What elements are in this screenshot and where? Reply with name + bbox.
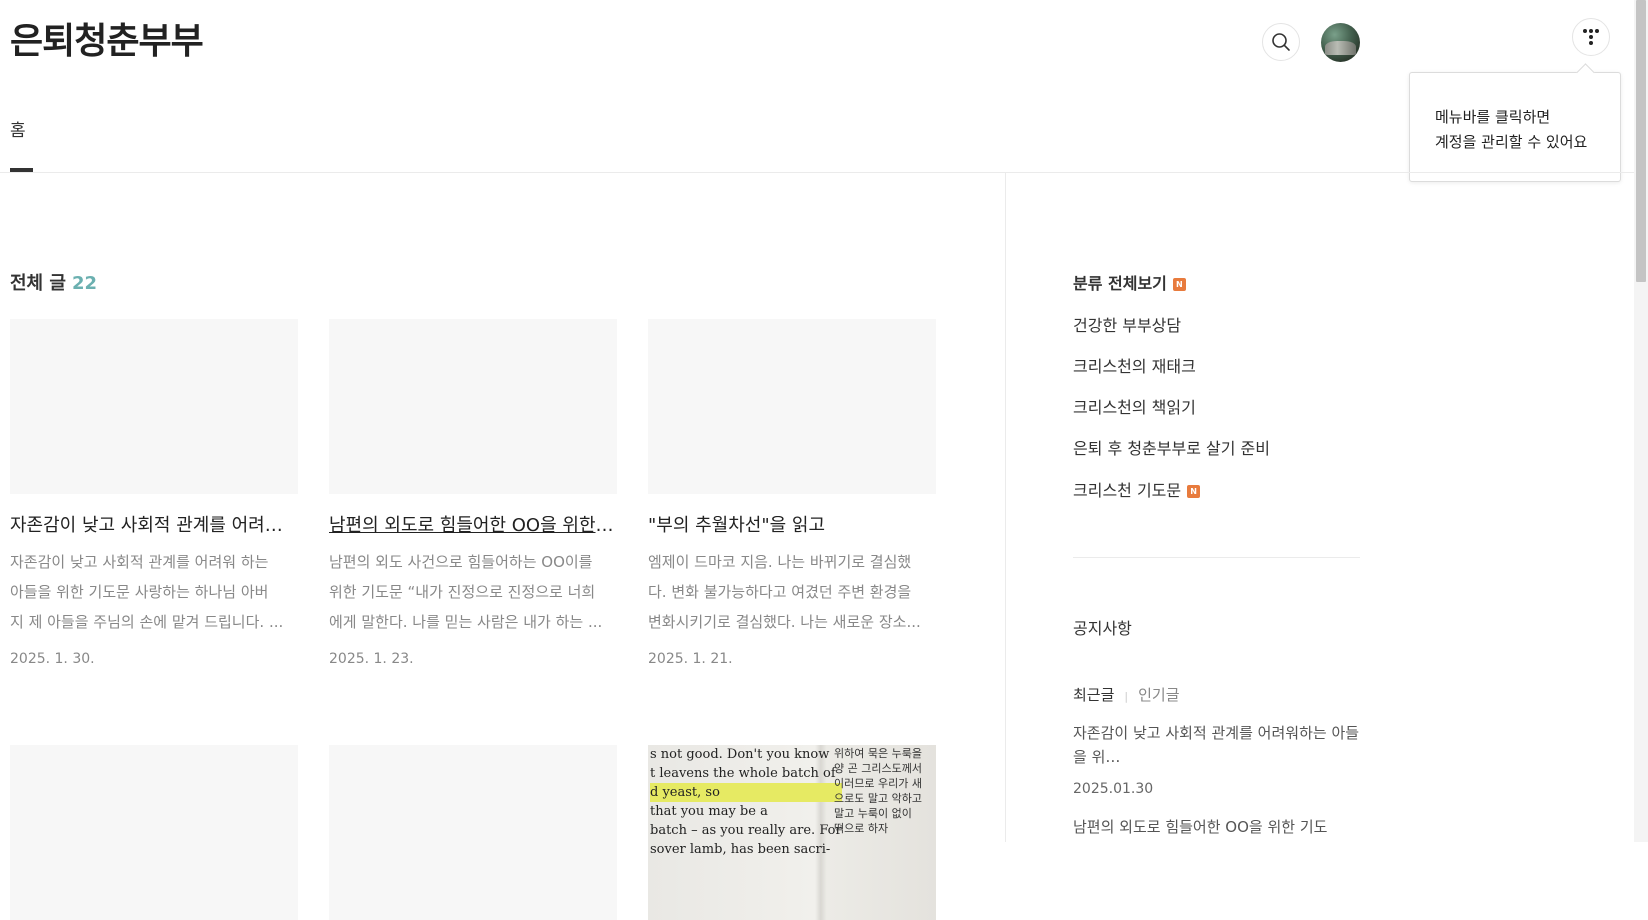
post-tabs: 최근글 | 인기글 xyxy=(1073,684,1180,705)
post-card[interactable]: "부의 추월차선"을 읽고 엠제이 드마코 지음. 나는 바뀌기로 결심했 다.… xyxy=(648,319,936,667)
excerpt-line: 에게 말한다. 나를 믿는 사람은 내가 하는 ... xyxy=(329,613,603,631)
tab-popular[interactable]: 인기글 xyxy=(1138,686,1179,704)
scrollbar-thumb[interactable] xyxy=(1636,0,1646,282)
recent-post-title[interactable]: 자존감이 낮고 사회적 관계를 어려워하는 아들을 위… xyxy=(1073,724,1359,766)
book-line: 양 곤 그리스도께서 xyxy=(834,762,922,775)
post-thumbnail-book-photo[interactable]: s not good. Don't you know t leavens the… xyxy=(648,745,936,920)
menu-button[interactable] xyxy=(1572,18,1610,56)
category-christian-finance[interactable]: 크리스천의 재태크 xyxy=(1073,353,1196,377)
category-retirement-prep[interactable]: 은퇴 후 청춘부부로 살기 준비 xyxy=(1073,435,1270,459)
book-line: 떡으로 하자 xyxy=(834,822,889,835)
book-line: 위하여 묵은 누룩을 xyxy=(834,747,922,760)
menu-tooltip: 메뉴바를 클릭하면 계정을 관리할 수 있어요 xyxy=(1409,72,1621,182)
post-title[interactable]: 남편의 외도로 힘들어한 OO을 위한 기도문 xyxy=(329,514,617,538)
post-card[interactable] xyxy=(10,745,298,920)
avatar[interactable] xyxy=(1321,23,1360,62)
post-card[interactable]: 자존감이 낮고 사회적 관계를 어려워하는 아들을 위한 기도문 자존감이 낮고… xyxy=(10,319,298,667)
book-line: batch – as you really are. For xyxy=(650,823,842,838)
excerpt-line: 위한 기도문 “내가 진정으로 진정으로 너희 xyxy=(329,583,596,601)
post-card[interactable]: 남편의 외도로 힘들어한 OO을 위한 기도문 남편의 외도 사건으로 힘들어하… xyxy=(329,319,617,667)
excerpt-line: 아들을 위한 기도문 사랑하는 하나님 아버 xyxy=(10,583,269,601)
book-line: s not good. Don't you know xyxy=(650,747,830,762)
section-title: 전체 글 xyxy=(10,273,66,294)
excerpt-line: 변화시키기로 결심했다. 나는 새로운 장소... xyxy=(648,613,921,631)
excerpt-line: 자존감이 낮고 사회적 관계를 어려워 하는 xyxy=(10,553,269,571)
new-badge: N xyxy=(1187,485,1201,498)
sidebar-divider xyxy=(1073,557,1360,558)
tab-home[interactable]: 홈 xyxy=(10,116,26,141)
tab-separator: | xyxy=(1124,690,1129,703)
post-count: 22 xyxy=(71,273,98,294)
book-line: sover lamb, has been sacri- xyxy=(650,842,831,857)
post-thumbnail[interactable] xyxy=(10,745,298,920)
page-scrollbar[interactable] xyxy=(1634,0,1648,842)
site-title[interactable]: 은퇴청춘부부 xyxy=(10,14,204,68)
post-thumbnail[interactable] xyxy=(10,319,298,494)
book-line-rest: that you may be a xyxy=(650,804,768,819)
dots-menu-icon xyxy=(1583,29,1599,45)
category-couple-counseling[interactable]: 건강한 부부상담 xyxy=(1073,312,1181,336)
book-line: 말고 누룩이 없이 xyxy=(834,807,912,820)
category-christian-reading[interactable]: 크리스천의 책읽기 xyxy=(1073,394,1196,418)
post-thumbnail[interactable] xyxy=(329,319,617,494)
post-thumbnail[interactable] xyxy=(329,745,617,920)
recent-post-date: 2025.01.30 xyxy=(1073,781,1154,797)
recent-post-title[interactable]: 남편의 외도로 힘들어한 OO을 위한 기도 xyxy=(1073,818,1327,836)
section-heading: 전체 글 22 xyxy=(10,269,97,295)
post-title[interactable]: "부의 추월차선"을 읽고 xyxy=(648,514,936,538)
notice-heading[interactable]: 공지사항 xyxy=(1073,615,1132,639)
excerpt-line: 엠제이 드마코 지음. 나는 바뀌기로 결심했 xyxy=(648,553,912,571)
post-excerpt: 남편의 외도 사건으로 힘들어하는 OO이를 위한 기도문 “내가 진정으로 진… xyxy=(329,547,617,637)
search-icon xyxy=(1272,33,1290,51)
tab-recent[interactable]: 최근글 xyxy=(1073,686,1114,704)
book-line-highlight: d yeast, so that you may be a xyxy=(650,783,842,821)
nav-divider xyxy=(0,172,1634,173)
category-christian-prayers[interactable]: 크리스천 기도문 N xyxy=(1073,477,1201,501)
post-excerpt: 엠제이 드마코 지음. 나는 바뀌기로 결심했 다. 변화 불가능하다고 여겼던… xyxy=(648,547,936,637)
column-divider xyxy=(1005,173,1006,842)
post-date: 2025. 1. 21. xyxy=(648,651,733,667)
post-date: 2025. 1. 30. xyxy=(10,651,95,667)
post-title[interactable]: 자존감이 낮고 사회적 관계를 어려워하는 아들을 위한 기도문 xyxy=(10,514,298,538)
category-label: 크리스천 기도문 xyxy=(1073,481,1182,500)
recent-post-item[interactable]: 자존감이 낮고 사회적 관계를 어려워하는 아들을 위… 2025.01.30 xyxy=(1073,721,1360,801)
highlighted-text: d yeast, so xyxy=(650,783,842,802)
post-excerpt: 자존감이 낮고 사회적 관계를 어려워 하는 아들을 위한 기도문 사랑하는 하… xyxy=(10,547,298,637)
book-line: 으로도 말고 악하고 xyxy=(834,792,922,805)
book-line: t leavens the whole batch of xyxy=(650,766,836,781)
book-line: 이러므로 우리가 새 xyxy=(834,777,922,790)
excerpt-line: 다. 변화 불가능하다고 여겼던 주변 환경을 xyxy=(648,583,912,601)
excerpt-line: 남편의 외도 사건으로 힘들어하는 OO이를 xyxy=(329,553,593,571)
category-label: 분류 전체보기 xyxy=(1073,274,1167,293)
tooltip-line-1: 메뉴바를 클릭하면 xyxy=(1435,108,1551,126)
recent-post-item[interactable]: 남편의 외도로 힘들어한 OO을 위한 기도 xyxy=(1073,815,1360,839)
post-card[interactable] xyxy=(329,745,617,920)
search-button[interactable] xyxy=(1262,23,1300,61)
category-all[interactable]: 분류 전체보기 N xyxy=(1073,270,1186,294)
excerpt-line: 지 제 아들을 주님의 손에 맡겨 드립니다. ... xyxy=(10,613,284,631)
new-badge: N xyxy=(1172,278,1186,291)
tooltip-line-2: 계정을 관리할 수 있어요 xyxy=(1435,133,1588,151)
post-date: 2025. 1. 23. xyxy=(329,651,414,667)
post-card[interactable]: s not good. Don't you know t leavens the… xyxy=(648,745,936,920)
book-korean-text: 위하여 묵은 누룩을 양 곤 그리스도께서 이러므로 우리가 새 으로도 말고 … xyxy=(834,746,922,836)
post-thumbnail[interactable] xyxy=(648,319,936,494)
